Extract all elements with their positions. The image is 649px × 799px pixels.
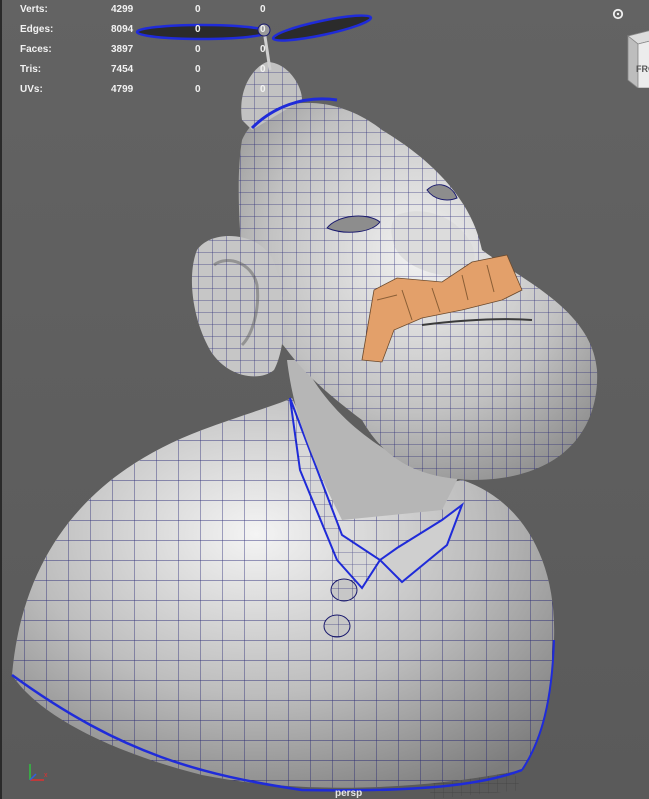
hud-value: 0 [260, 44, 266, 55]
view-cube-face-label: FRO [636, 64, 649, 74]
hud-value: 8094 [111, 24, 134, 35]
hud-value: 0 [195, 64, 201, 75]
axis-x-label: x [44, 772, 48, 779]
hud-value: 0 [260, 4, 266, 15]
hud-row-tris: Tris: 7454 0 0 [20, 60, 280, 80]
hud-label: Faces: [20, 44, 52, 55]
hud-value: 0 [260, 24, 266, 35]
hud-label: Verts: [20, 4, 48, 15]
hud-value: 4799 [111, 84, 134, 95]
hud-value: 0 [195, 44, 201, 55]
hud-value: 0 [260, 64, 266, 75]
hud-row-edges: Edges: 8094 0 0 [20, 20, 280, 40]
hud-value: 0 [260, 84, 266, 95]
persp-viewport[interactable]: Verts: 4299 0 0 Edges: 8094 0 0 Faces: 3… [0, 0, 649, 799]
hud-value: 4299 [111, 4, 134, 15]
camera-name-label: persp [335, 788, 363, 799]
hud-value: 0 [195, 84, 201, 95]
axis-gizmo: x [29, 764, 48, 781]
scene-canvas[interactable] [2, 0, 649, 799]
home-icon[interactable] [612, 8, 624, 20]
hud-row-verts: Verts: 4299 0 0 [20, 0, 280, 20]
view-cube[interactable]: FRO [622, 30, 649, 88]
hud-value: 7454 [111, 64, 134, 75]
hud-value: 0 [195, 4, 201, 15]
hud-row-faces: Faces: 3897 0 0 [20, 40, 280, 60]
hud-value: 0 [195, 24, 201, 35]
hud-label: Tris: [20, 64, 42, 75]
hud-value: 3897 [111, 44, 134, 55]
poly-count-hud: Verts: 4299 0 0 Edges: 8094 0 0 Faces: 3… [20, 0, 280, 100]
ear-mesh[interactable] [191, 236, 284, 377]
hud-label: Edges: [20, 24, 54, 35]
hud-label: UVs: [20, 84, 43, 95]
hud-row-uvs: UVs: 4799 0 0 [20, 80, 280, 100]
